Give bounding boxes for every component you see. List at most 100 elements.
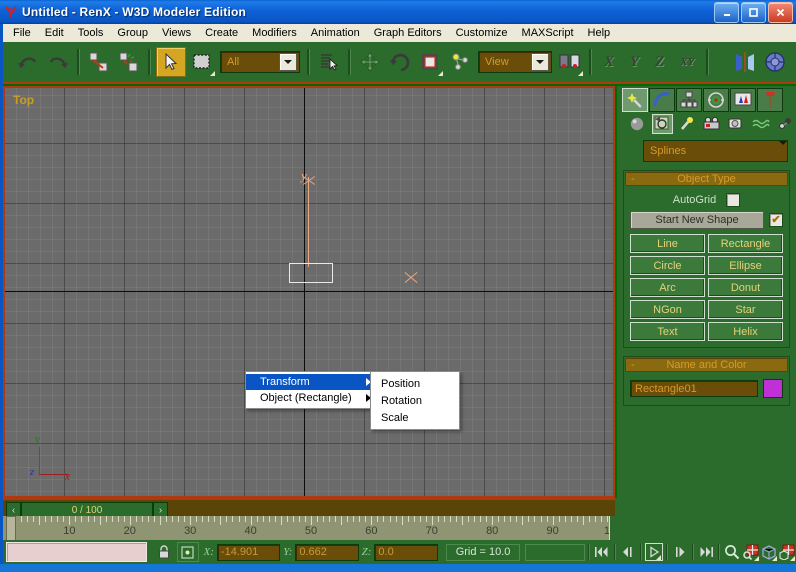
select-and-scale-button[interactable] [416,48,444,76]
submenu-item-position[interactable]: Position [371,375,459,392]
axis-constraint-y[interactable]: Y [622,54,647,71]
chevron-down-icon[interactable] [279,53,297,71]
select-and-link-button[interactable] [85,48,113,76]
object-button-helix[interactable]: Helix [708,322,783,341]
menu-help[interactable]: Help [581,26,618,40]
snaps-toggle-button[interactable] [556,48,584,76]
go-to-start-button[interactable] [593,543,611,561]
object-button-text[interactable]: Text [630,322,705,341]
chevron-down-icon-3[interactable] [779,145,787,157]
select-by-name-button[interactable] [315,48,343,76]
prompt-line-field[interactable] [6,542,147,562]
close-button[interactable] [768,2,793,23]
object-button-circle[interactable]: Circle [630,256,705,275]
go-to-end-button[interactable] [697,543,715,561]
coord-x-field[interactable]: -14.901 [217,544,280,561]
zoom-extents-button[interactable] [760,543,778,561]
shapes-button[interactable] [652,114,673,134]
select-and-move-button[interactable] [356,48,384,76]
track-bar-time-handle[interactable] [6,516,16,542]
next-frame-button[interactable] [671,543,689,561]
menu-views[interactable]: Views [155,26,198,40]
absolute-relative-transform-icon[interactable] [177,542,198,562]
reference-coordinate-combo[interactable]: View [478,51,552,73]
ruler-tick [522,516,523,525]
chevron-down-icon-2[interactable] [531,53,549,71]
geometry-button[interactable] [627,114,648,134]
hierarchy-tab[interactable] [676,88,702,112]
start-new-shape-checkbox[interactable]: ✔ [769,213,783,227]
menu-customize[interactable]: Customize [449,26,515,40]
menu-create[interactable]: Create [198,26,245,40]
utilities-tab[interactable] [757,88,783,112]
menu-group[interactable]: Group [110,26,155,40]
unlink-selection-button[interactable] [115,48,143,76]
object-color-swatch[interactable] [763,379,783,398]
context-menu-item-object-rectangle[interactable]: Object (Rectangle) [246,390,376,406]
minimize-button[interactable] [714,2,739,23]
menu-maxscript[interactable]: MAXScript [515,26,581,40]
play-animation-button[interactable] [645,543,663,561]
viewport-label[interactable]: Top [13,93,34,107]
collapse-icon-2[interactable]: - [631,359,635,371]
systems-button[interactable] [775,114,796,134]
axis-constraint-xy[interactable]: XY [672,56,702,68]
selection-filter-combo[interactable]: All [220,51,300,73]
start-new-shape-button[interactable]: Start New Shape [630,211,764,229]
use-pivot-center-button[interactable] [446,48,474,76]
menu-edit[interactable]: Edit [38,26,71,40]
menu-tools[interactable]: Tools [71,26,111,40]
name-and-color-header[interactable]: - Name and Color [625,358,788,372]
helpers-button[interactable] [726,114,747,134]
space-warps-button[interactable] [751,114,772,134]
track-bar-ruler[interactable]: 102030405060708090100 [3,516,615,540]
menu-graph-editors[interactable]: Graph Editors [367,26,449,40]
spline-line-object[interactable] [308,177,309,267]
submenu-item-scale[interactable]: Scale [371,409,459,426]
object-button-ellipse[interactable]: Ellipse [708,256,783,275]
spline-rectangle-object[interactable] [289,263,333,283]
menu-file[interactable]: File [6,26,38,40]
align-button[interactable] [761,48,789,76]
previous-frame-button[interactable] [619,543,637,561]
lights-button[interactable] [677,114,698,134]
select-region-button[interactable] [188,48,216,76]
axis-constraint-z[interactable]: Z [647,54,672,71]
select-object-button[interactable] [156,47,186,77]
display-tab[interactable] [730,88,756,112]
object-button-donut[interactable]: Donut [708,278,783,297]
status-message-field [525,544,584,561]
object-button-ngon[interactable]: NGon [630,300,705,319]
object-name-input[interactable]: Rectangle01 [630,380,758,397]
redo-button[interactable] [44,48,72,76]
menu-modifiers[interactable]: Modifiers [245,26,304,40]
context-menu-item-transform[interactable]: Transform [246,374,376,390]
zoom-all-button[interactable] [741,543,759,561]
coord-z-field[interactable]: 0.0 [374,544,437,561]
mirror-button[interactable] [731,48,759,76]
coord-y-field[interactable]: 0.662 [295,544,358,561]
cameras-button[interactable] [701,114,722,134]
motion-tab[interactable] [703,88,729,112]
autogrid-checkbox[interactable] [726,193,740,207]
viewport-top[interactable]: Top y y x z Transform [5,88,613,496]
menu-animation[interactable]: Animation [304,26,367,40]
submenu-item-rotation[interactable]: Rotation [371,392,459,409]
object-button-rectangle[interactable]: Rectangle [708,234,783,253]
object-button-star[interactable]: Star [708,300,783,319]
modify-tab[interactable] [649,88,675,112]
collapse-icon[interactable]: - [631,173,635,185]
select-and-rotate-button[interactable] [386,48,414,76]
ruler-tick [118,516,119,522]
undo-button[interactable] [14,48,42,76]
lock-selection-icon[interactable] [154,543,173,561]
zoom-extents-all-button[interactable] [778,543,796,561]
object-button-line[interactable]: Line [630,234,705,253]
object-button-arc[interactable]: Arc [630,278,705,297]
zoom-button[interactable] [723,543,741,561]
create-tab[interactable] [622,88,648,112]
axis-constraint-x[interactable]: X [596,54,622,71]
maximize-button[interactable] [741,2,766,23]
subcategory-combo[interactable]: Splines [643,140,788,162]
object-type-header[interactable]: - Object Type [625,172,788,186]
